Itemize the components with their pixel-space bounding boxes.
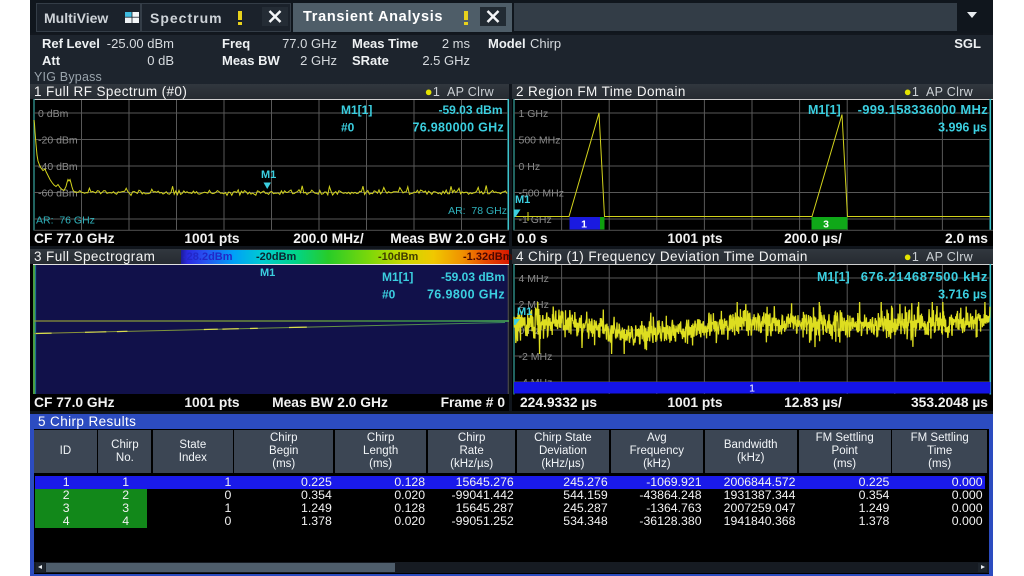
svg-text:#0: #0 [341, 121, 355, 135]
svg-text:500 MHz: 500 MHz [519, 135, 561, 147]
svg-text:1: 1 [581, 219, 587, 231]
svg-text:#0: #0 [382, 288, 396, 302]
svg-text:4 MHz: 4 MHz [519, 273, 549, 285]
svg-text:M1: M1 [261, 169, 276, 181]
svg-text:-999.158336000 MHz: -999.158336000 MHz [858, 102, 989, 117]
svg-text:-59.03 dBm: -59.03 dBm [441, 270, 505, 284]
svg-text:1 GHz: 1 GHz [519, 108, 549, 120]
svg-text:-59.03 dBm: -59.03 dBm [438, 103, 502, 117]
svg-text:M1[1]: M1[1] [382, 270, 413, 284]
svg-text:3.716 µs: 3.716 µs [938, 288, 987, 302]
svg-text:M1[1]: M1[1] [817, 270, 850, 284]
svg-text:0 dBm: 0 dBm [38, 108, 69, 120]
svg-text:M1: M1 [517, 306, 532, 318]
svg-text:-20 dBm: -20 dBm [38, 135, 78, 147]
svg-text:M1: M1 [515, 194, 530, 206]
svg-text:76.9800 GHz: 76.9800 GHz [427, 288, 505, 302]
svg-text:3.996 µs: 3.996 µs [938, 121, 987, 135]
svg-text:M1[1]: M1[1] [808, 103, 841, 117]
svg-text:-2 MHz: -2 MHz [519, 351, 553, 363]
svg-text:76.980000 GHz: 76.980000 GHz [413, 121, 504, 135]
svg-text:-60 dBm: -60 dBm [38, 188, 78, 200]
svg-text:3: 3 [823, 219, 829, 231]
svg-text:-1 GHz: -1 GHz [519, 214, 552, 226]
svg-text:-40 dBm: -40 dBm [38, 161, 78, 173]
svg-text:M1: M1 [260, 267, 275, 279]
svg-text:AR: 76 GHz: AR: 76 GHz [36, 215, 95, 227]
svg-text:1: 1 [749, 383, 755, 395]
svg-text:M1[1]: M1[1] [341, 103, 372, 117]
svg-text:AR: 78 GHz: AR: 78 GHz [448, 205, 507, 217]
svg-text:676.214687500 kHz: 676.214687500 kHz [861, 269, 988, 284]
svg-text:0 Hz: 0 Hz [519, 161, 541, 173]
